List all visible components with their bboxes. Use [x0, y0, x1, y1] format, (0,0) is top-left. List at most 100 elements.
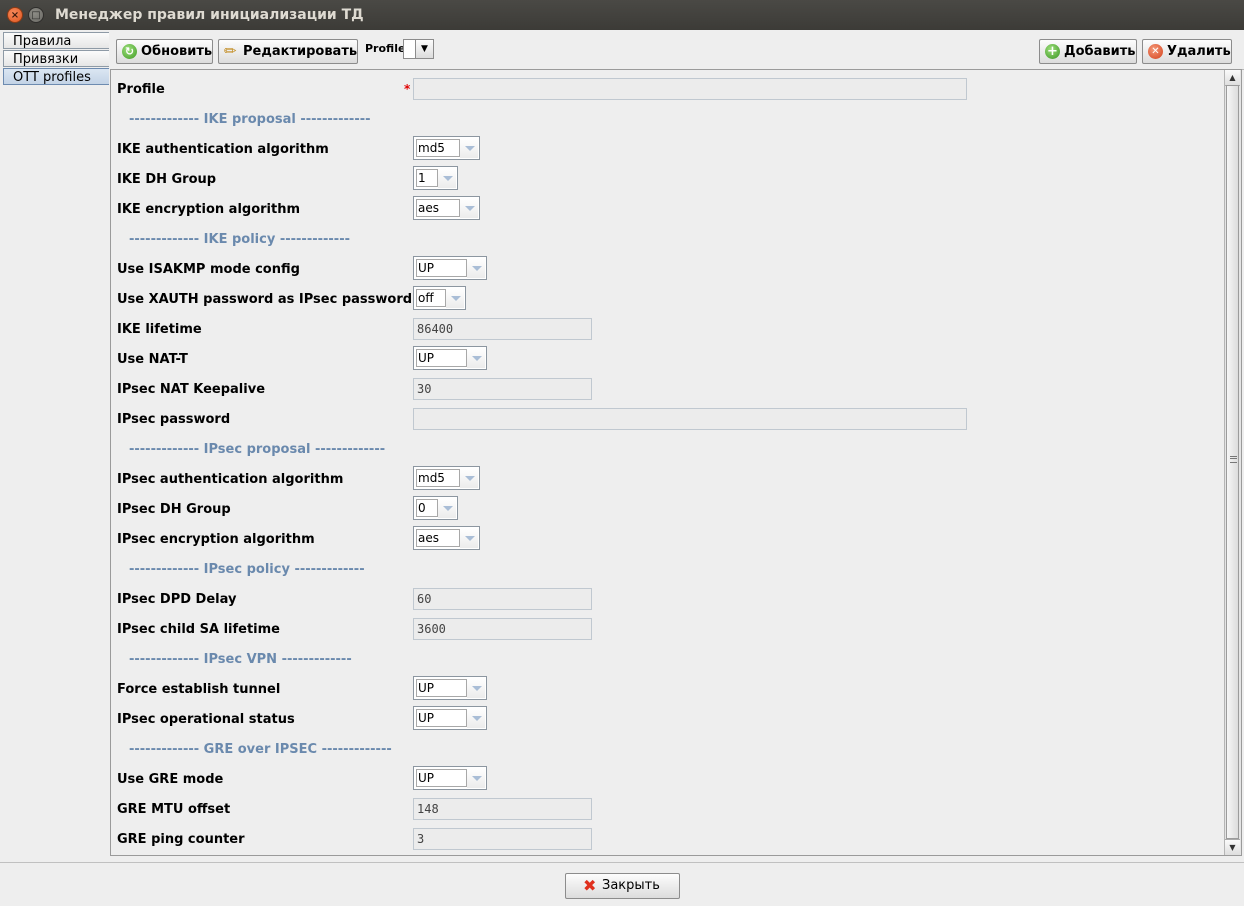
section-ike-policy: ------------- IKE policy -------------: [129, 232, 350, 247]
add-label: Добавить: [1064, 44, 1136, 59]
pencil-icon: ✏: [224, 42, 237, 60]
chevron-down-icon[interactable]: [467, 678, 485, 698]
window-titlebar: × □ Менеджер правил инициализации ТД: [0, 0, 1244, 30]
delete-label: Удалить: [1167, 44, 1231, 59]
gre-mode-label: Use GRE mode: [117, 772, 224, 787]
add-icon: +: [1045, 44, 1060, 59]
chevron-down-icon[interactable]: [438, 168, 456, 188]
nat-t-value: UP: [416, 349, 467, 367]
ike-enc-label: IKE encryption algorithm: [117, 202, 301, 217]
edit-button[interactable]: ✏ Редактировать: [218, 39, 358, 64]
ike-auth-label: IKE authentication algorithm: [117, 142, 329, 157]
nat-keepalive-label: IPsec NAT Keepalive: [117, 382, 266, 397]
nat-t-label: Use NAT-T: [117, 352, 188, 367]
ipsec-dh-select[interactable]: 0: [413, 496, 458, 520]
gre-mtu-field[interactable]: 148: [413, 798, 592, 820]
ike-dh-select[interactable]: 1: [413, 166, 458, 190]
grip-icon: [1230, 456, 1237, 463]
isakmp-label: Use ISAKMP mode config: [117, 262, 300, 277]
profile-form: Profile * ------------- IKE proposal ---…: [110, 69, 1242, 856]
isakmp-select[interactable]: UP: [413, 256, 487, 280]
oper-status-label: IPsec operational status: [117, 712, 295, 727]
chevron-down-icon[interactable]: [460, 198, 478, 218]
ipsec-dh-value: 0: [416, 499, 438, 517]
force-tunnel-select[interactable]: UP: [413, 676, 487, 700]
oper-status-select[interactable]: UP: [413, 706, 487, 730]
ipsec-auth-value: md5: [416, 469, 460, 487]
chevron-down-icon[interactable]: [467, 768, 485, 788]
child-sa-field[interactable]: 3600: [413, 618, 592, 640]
chevron-down-icon[interactable]: [467, 258, 485, 278]
force-tunnel-label: Force establish tunnel: [117, 682, 281, 697]
scroll-up-icon[interactable]: ▲: [1225, 70, 1240, 86]
refresh-icon: ↻: [122, 44, 137, 59]
child-sa-label: IPsec child SA lifetime: [117, 622, 280, 637]
xauth-label: Use XAUTH password as IPsec password: [117, 292, 413, 307]
tab-rules[interactable]: Правила: [3, 32, 109, 49]
ike-lifetime-field[interactable]: 86400: [413, 318, 592, 340]
xauth-value: off: [416, 289, 446, 307]
window-maximize-button[interactable]: □: [28, 7, 44, 23]
ipsec-enc-value: aes: [416, 529, 460, 547]
ipsec-enc-label: IPsec encryption algorithm: [117, 532, 315, 547]
chevron-down-icon[interactable]: ▼: [415, 40, 433, 58]
close-dialog-button[interactable]: ✖ Закрыть: [565, 873, 680, 899]
tab-bindings[interactable]: Привязки: [3, 50, 109, 67]
add-button[interactable]: + Добавить: [1039, 39, 1137, 64]
ike-auth-select[interactable]: md5: [413, 136, 480, 160]
edit-label: Редактировать: [243, 44, 358, 59]
ike-dh-value: 1: [416, 169, 438, 187]
profile-selector-label: Profile: [365, 42, 406, 55]
ipsec-auth-select[interactable]: md5: [413, 466, 480, 490]
scroll-down-icon[interactable]: ▼: [1225, 839, 1240, 855]
close-dialog-label: Закрыть: [602, 878, 660, 893]
chevron-down-icon[interactable]: [460, 468, 478, 488]
gre-ping-label: GRE ping counter: [117, 832, 245, 847]
window-title: Менеджер правил инициализации ТД: [55, 7, 364, 23]
refresh-label: Обновить: [141, 44, 213, 59]
gre-mtu-label: GRE MTU offset: [117, 802, 231, 817]
profile-name-field[interactable]: [413, 78, 967, 100]
dpd-delay-label: IPsec DPD Delay: [117, 592, 237, 607]
gre-ping-field[interactable]: 3: [413, 828, 592, 850]
isakmp-value: UP: [416, 259, 467, 277]
ike-auth-value: md5: [416, 139, 460, 157]
ike-lifetime-label: IKE lifetime: [117, 322, 202, 337]
section-ipsec-vpn: ------------- IPsec VPN -------------: [129, 652, 352, 667]
chevron-down-icon[interactable]: [460, 138, 478, 158]
nat-keepalive-field[interactable]: 30: [413, 378, 592, 400]
delete-button[interactable]: ✕ Удалить: [1142, 39, 1232, 64]
chevron-down-icon[interactable]: [446, 288, 464, 308]
section-ipsec-policy: ------------- IPsec policy -------------: [129, 562, 365, 577]
scrollbar-thumb[interactable]: [1226, 85, 1239, 839]
oper-status-value: UP: [416, 709, 467, 727]
gre-mode-value: UP: [416, 769, 467, 787]
force-tunnel-value: UP: [416, 679, 467, 697]
nat-t-select[interactable]: UP: [413, 346, 487, 370]
chevron-down-icon[interactable]: [460, 528, 478, 548]
ike-dh-label: IKE DH Group: [117, 172, 217, 187]
section-ike-proposal: ------------- IKE proposal -------------: [129, 112, 371, 127]
ipsec-password-field[interactable]: [413, 408, 967, 430]
gre-mode-select[interactable]: UP: [413, 766, 487, 790]
required-mark: *: [404, 82, 411, 96]
chevron-down-icon[interactable]: [467, 708, 485, 728]
profile-selector[interactable]: ▼: [403, 39, 434, 59]
close-icon: ✖: [583, 876, 597, 895]
section-ipsec-proposal: ------------- IPsec proposal -----------…: [129, 442, 386, 457]
ipsec-dh-label: IPsec DH Group: [117, 502, 231, 517]
xauth-select[interactable]: off: [413, 286, 466, 310]
ike-enc-select[interactable]: aes: [413, 196, 480, 220]
window-close-button[interactable]: ×: [7, 7, 23, 23]
profile-label: Profile: [117, 82, 165, 97]
chevron-down-icon[interactable]: [467, 348, 485, 368]
dpd-delay-field[interactable]: 60: [413, 588, 592, 610]
refresh-button[interactable]: ↻ Обновить: [116, 39, 213, 64]
ipsec-enc-select[interactable]: aes: [413, 526, 480, 550]
ipsec-password-label: IPsec password: [117, 412, 231, 427]
vertical-scrollbar[interactable]: ▲ ▼: [1224, 70, 1241, 855]
ipsec-auth-label: IPsec authentication algorithm: [117, 472, 344, 487]
tab-ott-profiles[interactable]: OTT profiles: [3, 68, 109, 85]
delete-icon: ✕: [1148, 44, 1163, 59]
chevron-down-icon[interactable]: [438, 498, 456, 518]
